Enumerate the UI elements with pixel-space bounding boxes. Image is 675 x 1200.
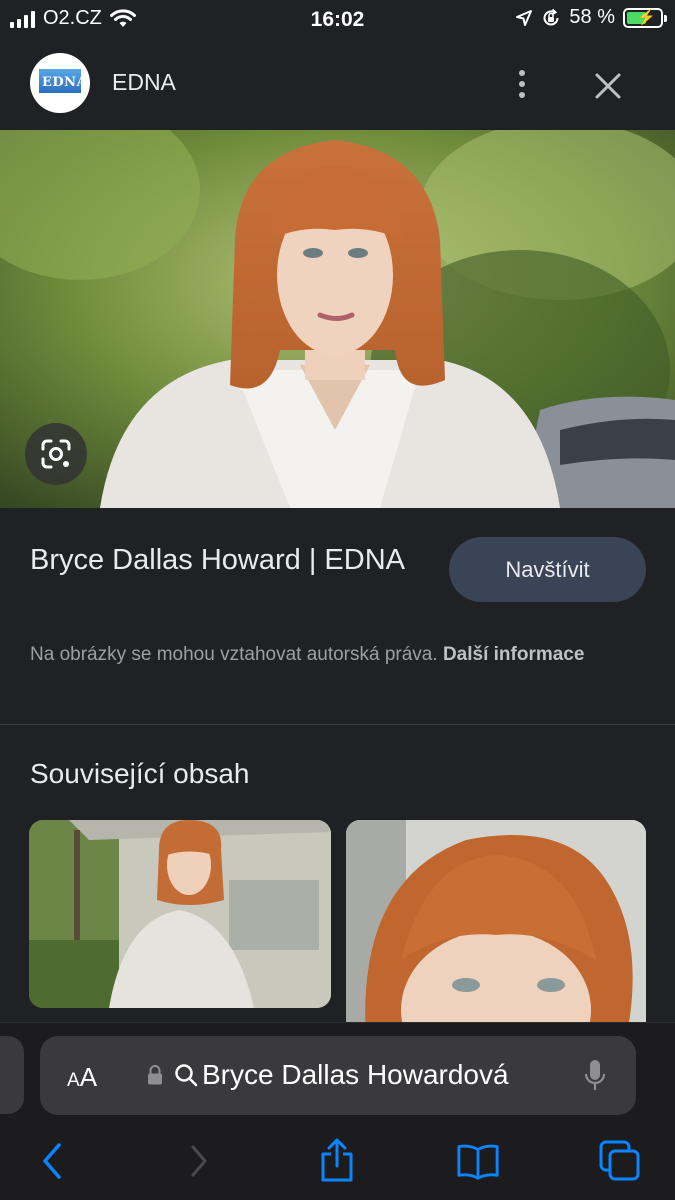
close-icon[interactable] [588,66,628,106]
divider [0,724,675,725]
status-right: 58 % ⚡ [515,6,667,29]
share-icon [321,1138,353,1182]
bookmarks-icon [457,1144,499,1180]
related-photo-1 [29,820,331,1008]
lens-search-icon [41,439,71,469]
status-bar: O2.CZ 16:02 58 % ⚡ [0,0,675,40]
forward-button[interactable] [176,1137,220,1185]
copyright-text: Na obrázky se mohou vztahovat autorská p… [30,644,438,665]
result-header: EDNA EDNA [0,40,675,130]
related-photo-2 [346,820,646,1040]
tabs-icon [599,1140,640,1181]
back-icon [43,1143,61,1179]
site-name[interactable]: EDNA [112,69,176,96]
reader-settings-button[interactable]: AA [67,1062,97,1093]
microphone-icon[interactable] [582,1058,608,1094]
more-vert-icon[interactable] [508,64,536,104]
hero-image[interactable] [0,130,675,508]
tabs-button[interactable] [598,1137,642,1185]
lock-icon [148,1065,162,1085]
forward-icon [191,1145,207,1177]
bookmarks-button[interactable] [456,1137,500,1185]
copyright-notice: Na obrázky se mohou vztahovat autorská p… [30,640,630,669]
previous-tab-stub[interactable] [0,1036,24,1114]
orientation-lock-icon [543,8,559,25]
battery-charging-icon: ⚡ [623,7,667,28]
related-heading: Související obsah [30,758,250,789]
related-thumbnail-2[interactable] [346,820,646,1040]
search-icon [175,1064,198,1087]
result-title[interactable]: Bryce Dallas Howard | EDNA [30,538,430,582]
location-arrow-icon [516,9,533,26]
back-button[interactable] [30,1137,74,1185]
hero-photo [0,130,675,508]
address-text[interactable]: Bryce Dallas Howardová [202,1059,509,1091]
share-button[interactable] [315,1137,359,1185]
site-logo[interactable]: EDNA [30,53,90,113]
lens-search-button[interactable] [25,423,87,485]
battery-percent: 58 % [569,6,615,28]
visit-button[interactable]: Navštívit [449,537,646,602]
related-thumbnail-1[interactable] [29,820,331,1008]
more-info-link[interactable]: Další informace [443,644,585,665]
